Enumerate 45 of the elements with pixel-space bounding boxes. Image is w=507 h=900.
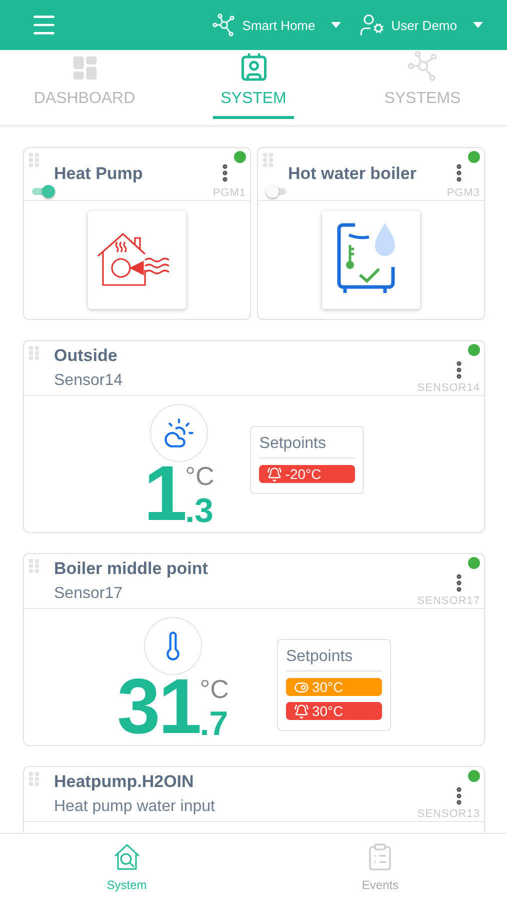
sensor-title: Boiler middle point [54,559,209,579]
toggle-switch[interactable] [266,185,288,197]
drag-handle-icon[interactable] [262,152,274,168]
contact-card-icon [238,52,268,82]
setpoints-title: Setpoints [259,435,356,459]
thermometer-icon [144,617,202,675]
dashboard-icon [70,54,98,82]
caret-icon [331,22,342,28]
setpoint-value: -20°C [285,466,322,482]
bell-icon [267,466,282,482]
setpoint-value: 30°C [312,679,344,695]
nav-tab[interactable]: SYSTEMS [338,50,507,125]
output-title: Hot water boiler [288,164,418,184]
bell-icon [294,704,309,718]
setpoint-value: 30°C [312,703,344,719]
drag-handle-icon[interactable] [28,152,40,168]
cloud-sun-icon [150,404,208,462]
output-tile[interactable] [88,211,186,309]
bottom-tab[interactable]: Events [254,834,507,900]
sensor-title: Outside [54,346,118,366]
output-tile[interactable] [322,211,420,309]
reading-unit: °C [200,675,229,703]
reading-decimal: .7 [200,709,228,739]
toggle-icon [294,680,309,694]
setpoints-title: Setpoints [286,648,382,672]
house-search-icon [112,842,142,872]
drag-handle-icon[interactable] [28,558,40,574]
bottom-tab[interactable]: System [0,834,254,900]
nav-tab[interactable]: DASHBOARD [0,50,169,125]
user-gear-icon [359,12,386,38]
sensor-title: Heatpump.H2OIN [54,772,195,792]
reading-integer: 1 [144,460,186,526]
user-selector[interactable]: User Demo [359,12,483,38]
toggle-switch[interactable] [32,185,54,197]
reading-integer: 31 [117,673,200,739]
network-icon [212,13,236,37]
site-selector[interactable]: Smart Home [212,13,342,37]
reading-unit: °C [185,462,214,490]
drag-handle-icon[interactable] [28,771,40,787]
drag-handle-icon[interactable] [28,345,40,361]
reading-decimal: .3 [185,496,214,526]
nav-tab[interactable]: SYSTEM [169,50,338,125]
network-icon [406,50,438,82]
caret-icon [473,22,483,28]
output-title: Heat Pump [54,164,144,184]
